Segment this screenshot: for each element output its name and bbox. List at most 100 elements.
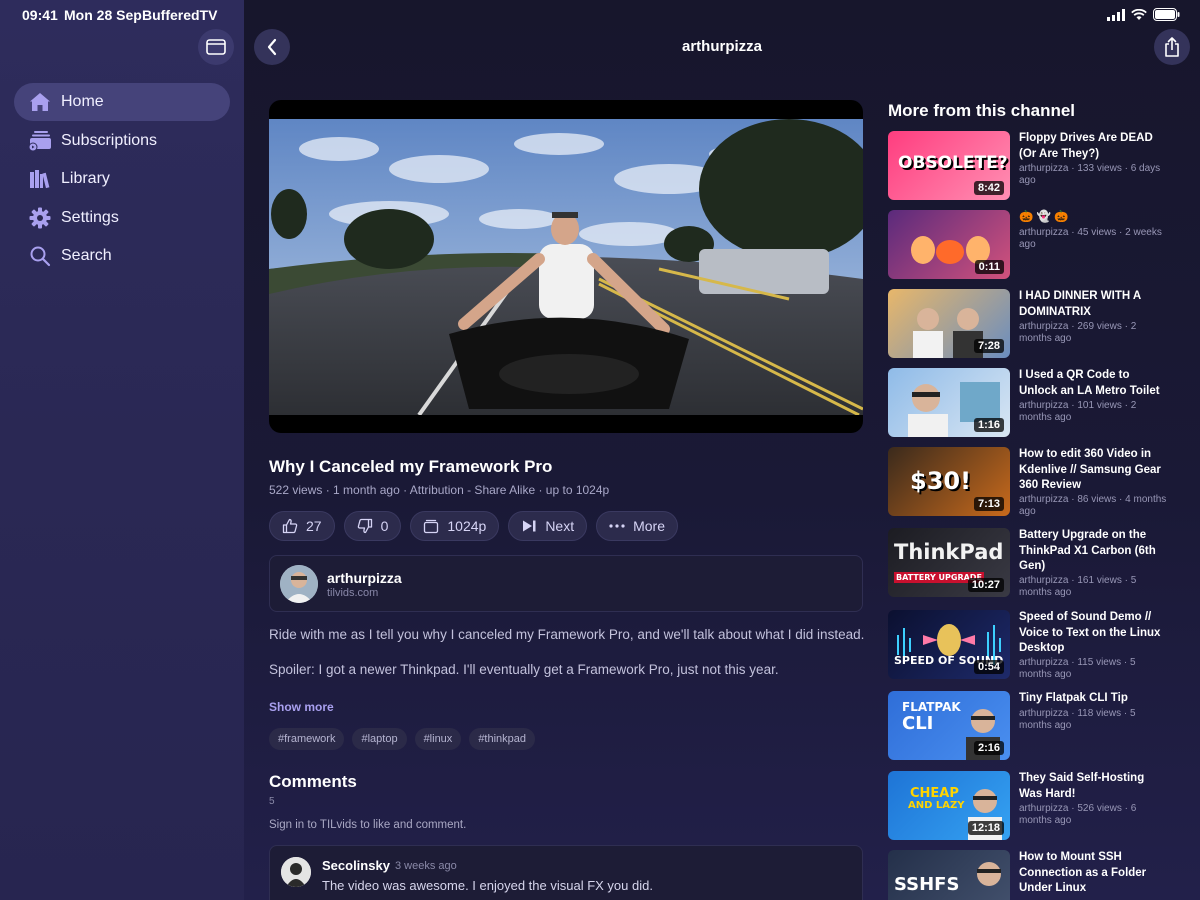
related-video-title: Tiny Flatpak CLI Tip — [1019, 692, 1128, 704]
comment-avatar — [281, 857, 311, 887]
related-video-meta: arthurpizza · 86 views · 4 months ago — [1019, 494, 1167, 517]
video-duration: 7:13 — [973, 497, 1004, 511]
next-label: Next — [545, 518, 575, 534]
status-indicators — [1107, 8, 1180, 21]
comment-author[interactable]: Secolinsky — [322, 858, 390, 873]
related-video-item[interactable]: SPEED OF SOUND 0:54 Speed of Sound Demo … — [888, 610, 1198, 680]
sidebar-item-label: Library — [61, 170, 110, 187]
status-time: 09:41 — [22, 7, 58, 23]
related-video-title: Speed of Sound Demo // Voice to Text on … — [1019, 611, 1161, 654]
related-video-title: 🎃 👻 🎃 — [1019, 211, 1069, 223]
video-actions: 27 0 1024p Next More — [269, 511, 679, 541]
related-video-meta: arthurpizza · 161 views · 5 months ago — [1019, 575, 1137, 598]
ellipsis-icon — [609, 524, 625, 528]
related-video-item[interactable]: 7:28 I HAD DINNER WITH A DOMINATRIX arth… — [888, 289, 1198, 359]
subscriptions-icon — [28, 129, 52, 153]
comment-text: The video was awesome. I enjoyed the vis… — [322, 878, 653, 893]
skip-next-icon — [521, 519, 537, 533]
related-video-meta: arthurpizza · 45 views · 2 weeks ago — [1019, 227, 1162, 250]
related-video-item[interactable]: OBSOLETE? 8:42 Floppy Drives Are DEAD (O… — [888, 131, 1198, 201]
like-count: 27 — [306, 518, 322, 534]
video-thumbnail[interactable]: ThinkPad BATTERY UPGRADE 10:27 — [888, 528, 1010, 597]
related-video-meta: arthurpizza · 101 views · 2 months ago — [1019, 400, 1137, 423]
related-video-item[interactable]: CHEAP AND LAZY 12:18 They Said Self-Host… — [888, 771, 1198, 841]
search-icon — [28, 244, 52, 268]
battery-icon — [1153, 8, 1180, 21]
video-thumbnail[interactable]: $30! 7:13 — [888, 447, 1010, 516]
video-thumbnail[interactable]: CHEAP AND LAZY 12:18 — [888, 771, 1010, 840]
sidebar-item-search[interactable]: Search — [14, 237, 230, 275]
related-video-title: They Said Self-Hosting Was Hard! — [1019, 772, 1145, 800]
signin-prompt: Sign in to TILvids to like and comment. — [269, 819, 467, 831]
tag-list: #framework #laptop #linux #thinkpad — [269, 728, 536, 750]
video-meta: 522 views · 1 month ago · Attribution - … — [269, 483, 610, 497]
dislike-count: 0 — [380, 518, 389, 534]
sidebar-item-settings[interactable]: Settings — [14, 199, 230, 237]
tag-chip[interactable]: #framework — [269, 728, 345, 750]
related-video-meta: arthurpizza · 115 views · 5 months ago — [1019, 657, 1136, 680]
sidebar-item-home[interactable]: Home — [14, 83, 230, 121]
sidebar-toggle-button[interactable] — [198, 29, 234, 65]
sidebar-item-subscriptions[interactable]: Subscriptions — [14, 122, 230, 160]
like-button[interactable]: 27 — [269, 511, 335, 541]
thumbnail-caption: $30! — [910, 467, 972, 495]
related-video-title: I HAD DINNER WITH A DOMINATRIX — [1019, 290, 1141, 318]
video-player[interactable] — [269, 100, 863, 433]
next-button[interactable]: Next — [508, 511, 588, 541]
sidebar-item-label: Search — [61, 247, 112, 264]
show-more-link[interactable]: Show more — [269, 700, 334, 714]
more-label: More — [633, 518, 666, 534]
related-video-item[interactable]: 1:16 I Used a QR Code to Unlock an LA Me… — [888, 368, 1198, 438]
library-icon — [28, 167, 52, 191]
video-thumbnail[interactable]: 1:16 — [888, 368, 1010, 437]
related-video-title: Battery Upgrade on the ThinkPad X1 Carbo… — [1019, 529, 1156, 572]
related-video-title: How to edit 360 Video in Kdenlive // Sam… — [1019, 448, 1161, 491]
thumbnail-caption: FLATPAK — [902, 700, 961, 714]
sidebar-nav: Home Subscriptions Library Settings Sear… — [14, 83, 230, 276]
video-frame[interactable] — [269, 119, 863, 415]
quality-button[interactable]: 1024p — [410, 511, 500, 541]
video-duration: 1:16 — [973, 418, 1004, 432]
sidebar-item-library[interactable]: Library — [14, 160, 230, 198]
related-video-item[interactable]: FLATPAK CLI 2:16 Tiny Flatpak CLI Tip ar… — [888, 691, 1198, 761]
sidebar-item-label: Subscriptions — [61, 131, 158, 149]
video-duration: 2:16 — [973, 741, 1004, 755]
video-thumbnail[interactable]: 7:28 — [888, 289, 1010, 358]
status-app-name: BufferedTV — [142, 7, 218, 23]
video-duration: 0:54 — [973, 660, 1004, 674]
wifi-icon — [1131, 8, 1147, 20]
related-video-title: I Used a QR Code to Unlock an LA Metro T… — [1019, 369, 1160, 397]
page-title: arthurpizza — [681, 38, 762, 55]
related-video-meta: arthurpizza · 118 views · 5 months ago — [1019, 708, 1136, 731]
thumbnail-caption: AND LAZY — [908, 800, 965, 811]
related-video-item[interactable]: SSHFS How to Mount SSH Connection as a F… — [888, 850, 1198, 900]
video-thumbnail[interactable]: SSHFS — [888, 850, 1010, 900]
dislike-button[interactable]: 0 — [343, 511, 402, 541]
video-title: Why I Canceled my Framework Pro — [269, 457, 553, 476]
tag-chip[interactable]: #laptop — [352, 728, 407, 750]
quality-label: 1024p — [447, 518, 487, 534]
related-heading: More from this channel — [888, 101, 1076, 120]
related-video-item[interactable]: $30! 7:13 How to edit 360 Video in Kdenl… — [888, 447, 1198, 517]
signal-icon — [1107, 8, 1125, 21]
share-button[interactable] — [1154, 29, 1190, 65]
thumbs-up-icon — [282, 518, 298, 534]
home-icon — [28, 90, 52, 114]
channel-card[interactable]: arthurpizza tilvids.com — [269, 555, 863, 612]
related-video-item[interactable]: ThinkPad BATTERY UPGRADE 10:27 Battery U… — [888, 528, 1198, 598]
share-icon — [1165, 37, 1179, 57]
related-video-item[interactable]: 0:11 🎃 👻 🎃 arthurpizza · 45 views · 2 we… — [888, 210, 1198, 280]
video-thumbnail[interactable]: OBSOLETE? 8:42 — [888, 131, 1010, 200]
video-thumbnail[interactable]: SPEED OF SOUND 0:54 — [888, 610, 1010, 679]
video-thumbnail[interactable]: FLATPAK CLI 2:16 — [888, 691, 1010, 760]
gear-icon — [28, 206, 52, 230]
more-button[interactable]: More — [596, 511, 679, 541]
comments-count: 5 — [269, 796, 275, 807]
sidebar-icon — [206, 39, 226, 55]
thumbnail-caption: ThinkPad — [894, 540, 1004, 564]
video-thumbnail[interactable]: 0:11 — [888, 210, 1010, 279]
tag-chip[interactable]: #linux — [414, 728, 462, 750]
tag-chip[interactable]: #thinkpad — [469, 728, 536, 750]
video-duration: 8:42 — [973, 181, 1004, 195]
channel-avatar — [280, 565, 318, 603]
